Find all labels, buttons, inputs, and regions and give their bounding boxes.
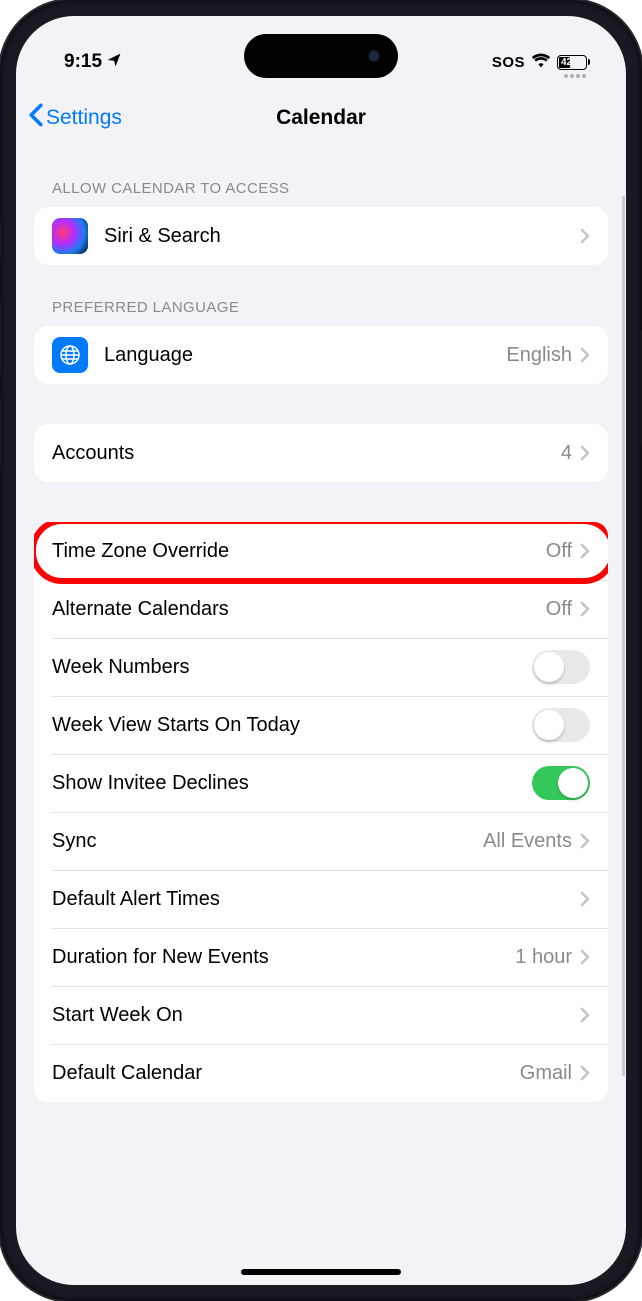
default-calendar-row[interactable]: Default Calendar Gmail (34, 1044, 608, 1102)
start-week-row[interactable]: Start Week On (34, 986, 608, 1044)
back-label: Settings (46, 106, 122, 130)
timezone-value: Off (546, 540, 572, 563)
nav-bar: Settings Calendar (16, 90, 626, 146)
default-alert-row[interactable]: Default Alert Times (34, 870, 608, 928)
status-dots (564, 74, 586, 78)
chevron-right-icon (580, 1065, 590, 1081)
front-camera (368, 50, 380, 62)
sync-row[interactable]: Sync All Events (34, 812, 608, 870)
section-header-language: PREFERRED LANGUAGE (34, 265, 608, 326)
sync-value: All Events (483, 830, 572, 853)
battery-icon: 42 (557, 55, 590, 70)
globe-icon (52, 337, 88, 373)
status-time-area: 9:15 (64, 51, 122, 73)
language-label: Language (104, 344, 506, 367)
back-button[interactable]: Settings (28, 103, 122, 133)
accounts-value: 4 (561, 442, 572, 465)
page-title: Calendar (276, 106, 366, 130)
duration-row[interactable]: Duration for New Events 1 hour (34, 928, 608, 986)
home-indicator[interactable] (241, 1269, 401, 1275)
volume-down-button (0, 395, 1, 471)
siri-search-row[interactable]: Siri & Search (34, 207, 608, 265)
chevron-right-icon (580, 833, 590, 849)
status-right: SOS 42 (492, 52, 590, 73)
timezone-label: Time Zone Override (52, 540, 546, 563)
invitee-toggle[interactable] (532, 766, 590, 800)
chevron-right-icon (580, 347, 590, 363)
week-view-toggle[interactable] (532, 708, 590, 742)
alternate-label: Alternate Calendars (52, 598, 546, 621)
phone-frame: 9:15 SOS 42 (0, 0, 642, 1301)
list-group-access: Siri & Search (34, 207, 608, 265)
list-group-settings: Time Zone Override Off Alternate Calenda… (34, 522, 608, 1102)
chevron-right-icon (580, 949, 590, 965)
alternate-calendars-row[interactable]: Alternate Calendars Off (34, 580, 608, 638)
content-area: ALLOW CALENDAR TO ACCESS Siri & Search P… (16, 146, 626, 1102)
status-time: 9:15 (64, 51, 102, 73)
week-numbers-row[interactable]: Week Numbers (34, 638, 608, 696)
language-value: English (506, 344, 572, 367)
phone-screen: 9:15 SOS 42 (16, 16, 626, 1285)
chevron-right-icon (580, 891, 590, 907)
battery-level: 42 (561, 57, 572, 68)
chevron-right-icon (580, 543, 590, 559)
default-cal-label: Default Calendar (52, 1062, 520, 1085)
chevron-right-icon (580, 601, 590, 617)
start-week-label: Start Week On (52, 1004, 580, 1027)
sos-indicator: SOS (492, 54, 525, 71)
week-view-label: Week View Starts On Today (52, 714, 532, 737)
sync-label: Sync (52, 830, 483, 853)
accounts-row[interactable]: Accounts 4 (34, 424, 608, 482)
siri-label: Siri & Search (104, 225, 580, 248)
chevron-right-icon (580, 1007, 590, 1023)
alternate-value: Off (546, 598, 572, 621)
chevron-left-icon (28, 103, 44, 133)
chevron-right-icon (580, 445, 590, 461)
timezone-override-row[interactable]: Time Zone Override Off (34, 522, 608, 580)
wifi-icon (531, 52, 551, 73)
silent-switch (0, 220, 1, 260)
week-numbers-toggle[interactable] (532, 650, 590, 684)
accounts-label: Accounts (52, 442, 561, 465)
invitee-declines-row[interactable]: Show Invitee Declines (34, 754, 608, 812)
language-row[interactable]: Language English (34, 326, 608, 384)
siri-icon (52, 218, 88, 254)
week-numbers-label: Week Numbers (52, 656, 532, 679)
scrollbar[interactable] (622, 196, 625, 1076)
dynamic-island (244, 34, 398, 78)
chevron-right-icon (580, 228, 590, 244)
duration-label: Duration for New Events (52, 946, 515, 969)
list-group-accounts: Accounts 4 (34, 424, 608, 482)
location-icon (106, 52, 122, 73)
week-view-today-row[interactable]: Week View Starts On Today (34, 696, 608, 754)
duration-value: 1 hour (515, 946, 572, 969)
section-header-access: ALLOW CALENDAR TO ACCESS (34, 146, 608, 207)
alert-label: Default Alert Times (52, 888, 580, 911)
volume-up-button (0, 300, 1, 376)
default-cal-value: Gmail (520, 1062, 572, 1085)
invitee-label: Show Invitee Declines (52, 772, 532, 795)
list-group-language: Language English (34, 326, 608, 384)
